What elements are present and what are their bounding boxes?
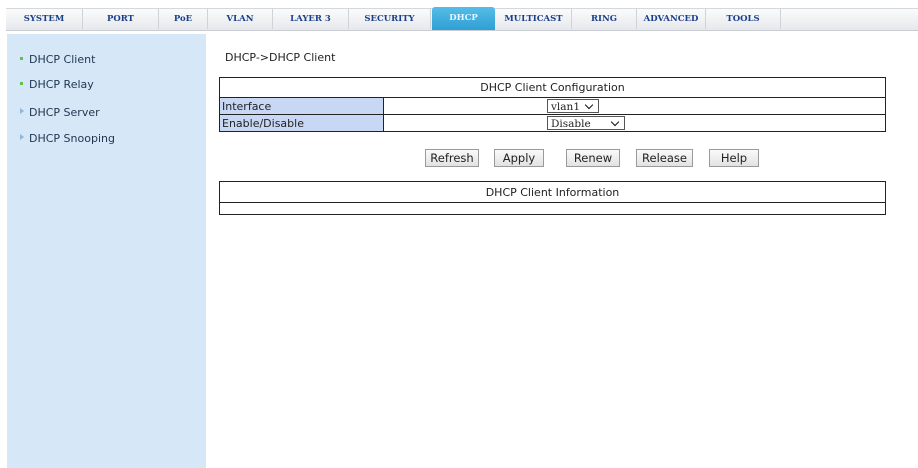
interface-select[interactable]: vlan1 — [547, 99, 599, 113]
tab-layer3[interactable]: LAYER 3 — [273, 9, 349, 29]
sidebar-item-label: DHCP Relay — [29, 78, 94, 91]
sidebar-item-label: DHCP Client — [29, 53, 96, 66]
sidebar-item-dhcp-client[interactable]: DHCP Client — [20, 53, 96, 66]
sidebar: DHCP Client DHCP Relay DHCP Server DHCP … — [7, 34, 206, 468]
tab-ring[interactable]: RING — [572, 9, 637, 29]
interface-label: Interface — [219, 97, 384, 115]
sidebar-item-dhcp-server[interactable]: DHCP Server — [20, 106, 100, 119]
tab-port[interactable]: PORT — [83, 9, 159, 29]
sidebar-item-dhcp-relay[interactable]: DHCP Relay — [20, 78, 94, 91]
enable-disable-cell: Disable — [383, 114, 886, 132]
tab-multicast[interactable]: MULTICAST — [496, 9, 572, 29]
enable-disable-select[interactable]: Disable — [547, 116, 625, 130]
tab-poe[interactable]: PoE — [159, 9, 208, 29]
interface-cell: vlan1 — [383, 97, 886, 115]
chevron-down-icon — [584, 100, 594, 110]
breadcrumb: DHCP->DHCP Client — [225, 51, 336, 64]
enable-disable-label: Enable/Disable — [219, 114, 384, 132]
tab-vlan[interactable]: VLAN — [208, 9, 273, 29]
chevron-down-icon — [610, 117, 620, 127]
tab-advanced[interactable]: ADVANCED — [637, 9, 706, 29]
tab-tools[interactable]: TOOLS — [706, 9, 781, 29]
info-table-title: DHCP Client Information — [219, 181, 886, 203]
tab-security[interactable]: SECURITY — [349, 9, 431, 29]
release-button[interactable]: Release — [636, 149, 693, 167]
arrow-right-icon — [20, 108, 24, 114]
refresh-button[interactable]: Refresh — [425, 149, 479, 167]
help-button[interactable]: Help — [709, 149, 759, 167]
apply-button[interactable]: Apply — [494, 149, 544, 167]
green-bullet-icon — [20, 82, 23, 85]
sidebar-item-label: DHCP Server — [29, 106, 100, 119]
top-navigation: SYSTEM PORT PoE VLAN LAYER 3 SECURITY DH… — [0, 0, 918, 31]
tab-dhcp[interactable]: DHCP — [432, 7, 495, 30]
sidebar-item-dhcp-snooping[interactable]: DHCP Snooping — [20, 132, 115, 145]
renew-button[interactable]: Renew — [566, 149, 620, 167]
interface-select-value: vlan1 — [551, 101, 580, 113]
enable-disable-select-value: Disable — [551, 118, 591, 130]
dhcp-client-config-table: DHCP Client Configuration Interface vlan… — [219, 77, 886, 132]
info-table-empty-row — [219, 202, 886, 215]
tab-system[interactable]: SYSTEM — [6, 9, 83, 29]
config-table-title: DHCP Client Configuration — [219, 77, 886, 98]
green-bullet-icon — [20, 57, 23, 60]
arrow-right-icon — [20, 134, 24, 140]
sidebar-item-label: DHCP Snooping — [29, 132, 115, 145]
dhcp-client-info-table: DHCP Client Information — [219, 181, 886, 215]
